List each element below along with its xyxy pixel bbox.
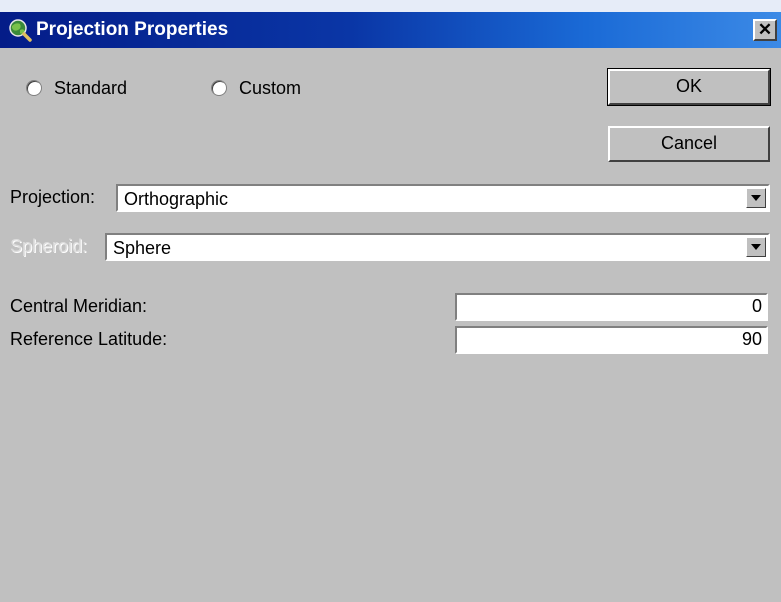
projection-properties-dialog: Projection Properties ✕ Standard Custom … bbox=[0, 12, 781, 602]
close-icon: ✕ bbox=[757, 20, 773, 39]
central-meridian-label: Central Meridian: bbox=[10, 296, 148, 316]
reference-latitude-label: Reference Latitude: bbox=[10, 329, 168, 349]
window-title: Projection Properties bbox=[36, 19, 229, 40]
projection-select[interactable]: Orthographic bbox=[116, 184, 770, 212]
title-bar[interactable]: Projection Properties ✕ bbox=[0, 12, 781, 48]
spheroid-label: Spheroid: bbox=[10, 236, 88, 256]
radio-custom[interactable]: Custom bbox=[211, 77, 301, 99]
radio-custom-indicator[interactable] bbox=[211, 80, 227, 96]
spheroid-select[interactable]: Sphere bbox=[105, 233, 770, 261]
central-meridian-input[interactable]: 0 bbox=[455, 293, 768, 321]
chevron-down-icon bbox=[751, 244, 761, 250]
reference-latitude-input[interactable]: 90 bbox=[455, 326, 768, 354]
projection-label: Projection: bbox=[10, 187, 96, 207]
radio-standard-label: Standard bbox=[54, 78, 128, 98]
radio-custom-label: Custom bbox=[239, 78, 302, 98]
close-button[interactable]: ✕ bbox=[753, 19, 777, 41]
projection-dropdown-button[interactable] bbox=[746, 188, 766, 208]
ok-button[interactable]: OK bbox=[607, 68, 771, 106]
projection-value: Orthographic bbox=[124, 189, 229, 209]
spheroid-dropdown-button[interactable] bbox=[746, 237, 766, 257]
radio-standard-indicator[interactable] bbox=[26, 80, 42, 96]
cancel-button[interactable]: Cancel bbox=[608, 126, 770, 162]
chevron-down-icon bbox=[751, 195, 761, 201]
spheroid-value: Sphere bbox=[113, 238, 172, 258]
radio-standard[interactable]: Standard bbox=[26, 77, 127, 99]
globe-magnifier-icon bbox=[8, 18, 32, 42]
